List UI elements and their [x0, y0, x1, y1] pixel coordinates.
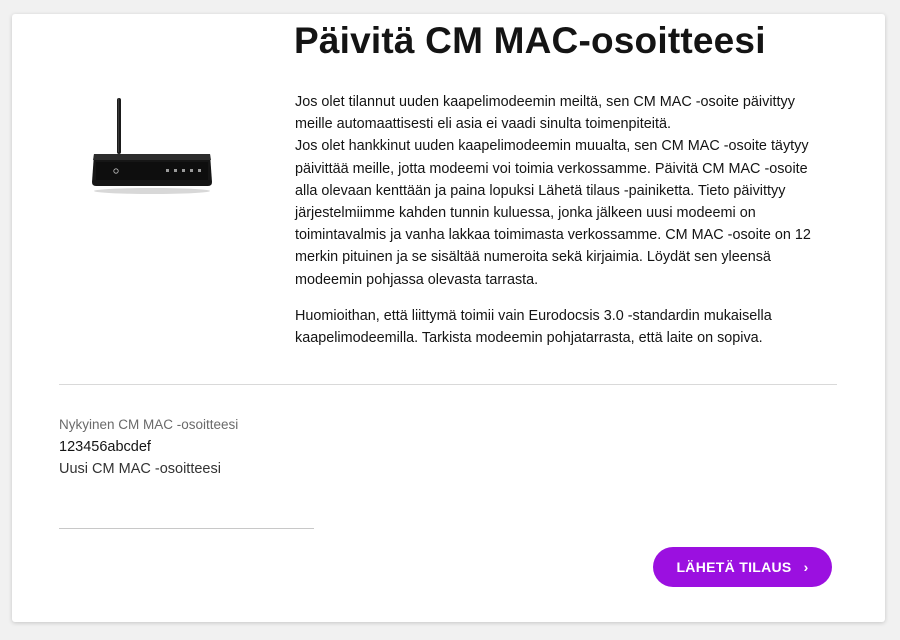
- section-divider: [59, 384, 837, 385]
- intro-paragraph-ordered: Jos olet tilannut uuden kaapelimodeemin …: [295, 94, 795, 133]
- main-card: Päivitä CM MAC-osoitteesi Jos olet tilan…: [12, 14, 885, 622]
- cable-modem-image: [92, 98, 212, 194]
- intro-paragraph-own-modem: Jos olet hankkinut uuden kaapelimodeemin…: [295, 138, 811, 288]
- page-title: Päivitä CM MAC-osoitteesi: [294, 20, 766, 61]
- submit-order-label: LÄHETÄ TILAUS: [676, 559, 792, 575]
- current-mac-value: 123456abcdef: [59, 439, 151, 455]
- submit-order-button[interactable]: LÄHETÄ TILAUS ›: [653, 547, 832, 587]
- current-mac-label: Nykyinen CM MAC -osoitteesi: [59, 417, 239, 432]
- intro-text: Jos olet tilannut uuden kaapelimodeemin …: [295, 91, 825, 349]
- new-mac-label: Uusi CM MAC -osoitteesi: [59, 461, 221, 477]
- intro-paragraph-note: Huomioithan, että liittymä toimii vain E…: [295, 307, 772, 347]
- new-mac-input[interactable]: [59, 500, 314, 529]
- chevron-right-icon: ›: [803, 559, 809, 575]
